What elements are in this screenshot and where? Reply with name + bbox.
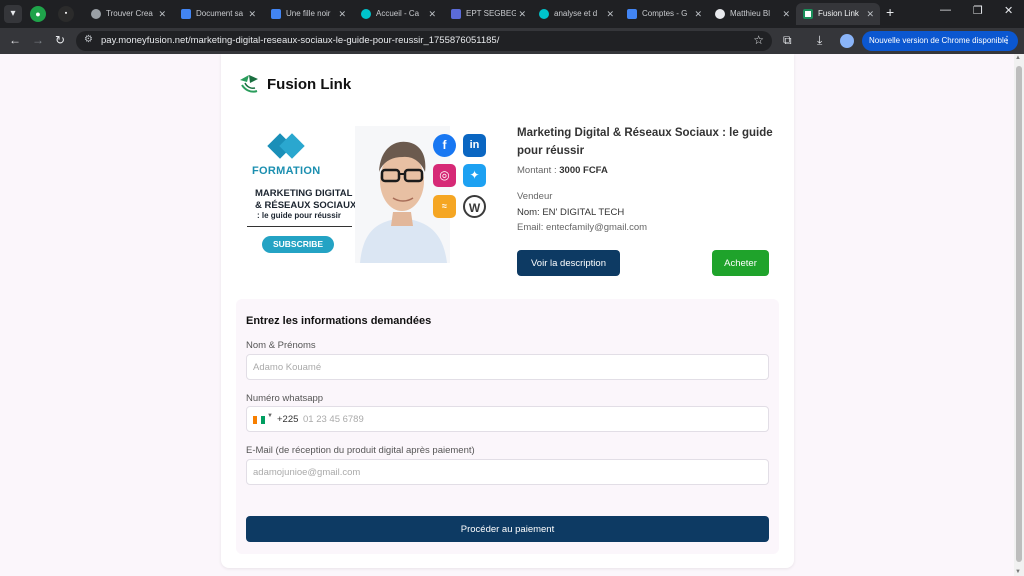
banner-subtitle: : le guide pour réussir [257, 211, 342, 220]
banner-formation-text: FORMATION [252, 165, 321, 177]
chevron-down-icon[interactable]: ▼ [267, 413, 273, 419]
price-value: 3000 FCFA [559, 165, 608, 176]
checkout-card: Fusion Link FORMATION MARKETING DIGITAL … [221, 54, 794, 568]
tab-fusion-link[interactable]: Fusion Link ✕ [796, 3, 880, 25]
download-icon[interactable]: ⤓ [817, 33, 822, 48]
browser-toolbar: ← → ↻ ⚙ pay.moneyfusion.net/marketing-di… [0, 28, 1024, 54]
tab-strip: ▾ ● ▪ Trouver Crea ✕ Document sa ✕ Une f… [0, 0, 1024, 28]
vendor-email: Email: entecfamily@gmail.com [517, 222, 648, 233]
scrollbar-thumb[interactable] [1016, 66, 1022, 562]
info-form: Entrez les informations demandées Nom & … [236, 299, 779, 554]
reload-icon[interactable]: ↻ [55, 33, 65, 47]
vendor-name: Nom: EN' DIGITAL TECH [517, 207, 625, 218]
phone-input[interactable] [303, 408, 763, 430]
email-label: E-Mail (de réception du produit digital … [246, 445, 475, 456]
twitter-icon: ✦ [463, 164, 486, 187]
name-label: Nom & Prénoms [246, 340, 316, 351]
site-info-icon[interactable]: ⚙ [84, 34, 93, 45]
buy-button[interactable]: Acheter [712, 250, 769, 276]
address-bar[interactable]: ⚙ pay.moneyfusion.net/marketing-digital-… [76, 31, 772, 51]
bookmark-star-icon[interactable]: ☆ [753, 33, 764, 47]
tab-comptes[interactable]: Comptes - G ✕ [620, 3, 708, 25]
phone-field: ▼ +225 [246, 406, 769, 432]
web-icon [91, 9, 101, 19]
tab-une-fille[interactable]: Une fille noir ✕ [264, 3, 352, 25]
email-input[interactable] [246, 459, 769, 485]
tab-search-button[interactable]: ▾ [4, 5, 22, 23]
shield-icon [451, 9, 461, 19]
tab-document[interactable]: Document sa ✕ [174, 3, 262, 25]
dial-code: +225 [277, 414, 299, 425]
linkedin-icon: in [463, 134, 486, 157]
tab-accueil[interactable]: Accueil - Ca ✕ [354, 3, 442, 25]
banner-subscribe-badge: SUBSCRIBE [262, 236, 334, 253]
pinned-app-icon[interactable]: ▪ [58, 6, 74, 22]
phone-label: Numéro whatsapp [246, 393, 324, 404]
wordpress-icon: W [463, 195, 486, 218]
view-description-button[interactable]: Voir la description [517, 250, 620, 276]
product-amount: Montant : 3000 FCFA [517, 165, 608, 176]
facebook-icon: f [433, 134, 456, 157]
close-icon[interactable]: ✕ [248, 3, 256, 25]
tab-trouver[interactable]: Trouver Crea ✕ [84, 3, 172, 25]
product-title: Marketing Digital & Réseaux Sociaux : le… [517, 127, 773, 157]
scroll-up-icon[interactable]: ▲ [1015, 55, 1021, 61]
restore-icon[interactable]: ❐ [973, 4, 983, 17]
close-icon[interactable]: ✕ [606, 3, 614, 25]
tab-ept[interactable]: EPT SEGBEG ✕ [444, 3, 532, 25]
product-banner: FORMATION MARKETING DIGITAL & RÉSEAUX SO… [245, 122, 498, 263]
page-scrollbar[interactable]: ▲ ▼ [1014, 54, 1024, 576]
brand-name: Fusion Link [267, 76, 352, 93]
banner-title: MARKETING DIGITAL [255, 188, 353, 199]
minimize-icon[interactable]: — [940, 4, 951, 16]
menu-dots-icon[interactable]: ⋮ [1002, 31, 1012, 51]
close-icon[interactable]: ✕ [518, 3, 526, 25]
proceed-payment-button[interactable]: Procéder au paiement [246, 516, 769, 542]
close-window-icon[interactable]: ✕ [1004, 4, 1013, 17]
back-icon[interactable]: ← [9, 33, 21, 47]
fusion-link-logo-icon [240, 75, 258, 93]
extensions-icon[interactable]: ⧉ [783, 33, 792, 48]
scroll-down-icon[interactable]: ▼ [1015, 569, 1021, 575]
green-pinned-icon[interactable]: ● [30, 6, 46, 22]
close-icon[interactable]: ✕ [338, 3, 346, 25]
close-icon[interactable]: ✕ [866, 3, 874, 25]
instagram-icon: ◎ [433, 164, 456, 187]
new-tab-button[interactable]: + [886, 4, 894, 20]
close-icon[interactable]: ✕ [428, 3, 436, 25]
docs-icon [627, 9, 637, 19]
forward-icon[interactable]: → [32, 33, 44, 47]
chrome-update-button[interactable]: Nouvelle version de Chrome disponible ⋮ [862, 31, 1018, 51]
close-icon[interactable]: ✕ [694, 3, 702, 25]
banner-divider [247, 226, 352, 227]
web-icon: ≈ [433, 195, 456, 218]
vendor-label: Vendeur [517, 191, 553, 202]
canva-icon [361, 9, 371, 19]
tab-analyse[interactable]: analyse et d ✕ [532, 3, 620, 25]
profile-avatar[interactable] [840, 34, 854, 48]
ivory-coast-flag-icon[interactable] [253, 416, 265, 424]
browser-window: ▾ ● ▪ Trouver Crea ✕ Document sa ✕ Une f… [0, 0, 1024, 576]
form-title: Entrez les informations demandées [246, 315, 432, 327]
canva-icon [539, 9, 549, 19]
name-input[interactable] [246, 354, 769, 380]
docs-icon [271, 9, 281, 19]
page-viewport: Fusion Link FORMATION MARKETING DIGITAL … [0, 54, 1024, 576]
fusionlink-icon [803, 9, 813, 19]
close-icon[interactable]: ✕ [158, 3, 166, 25]
docs-icon [181, 9, 191, 19]
tab-matthieu[interactable]: Matthieu Bl ✕ [708, 3, 796, 25]
close-icon[interactable]: ✕ [782, 3, 790, 25]
google-icon [715, 9, 725, 19]
banner-title: & RÉSEAUX SOCIAUX [255, 200, 357, 211]
